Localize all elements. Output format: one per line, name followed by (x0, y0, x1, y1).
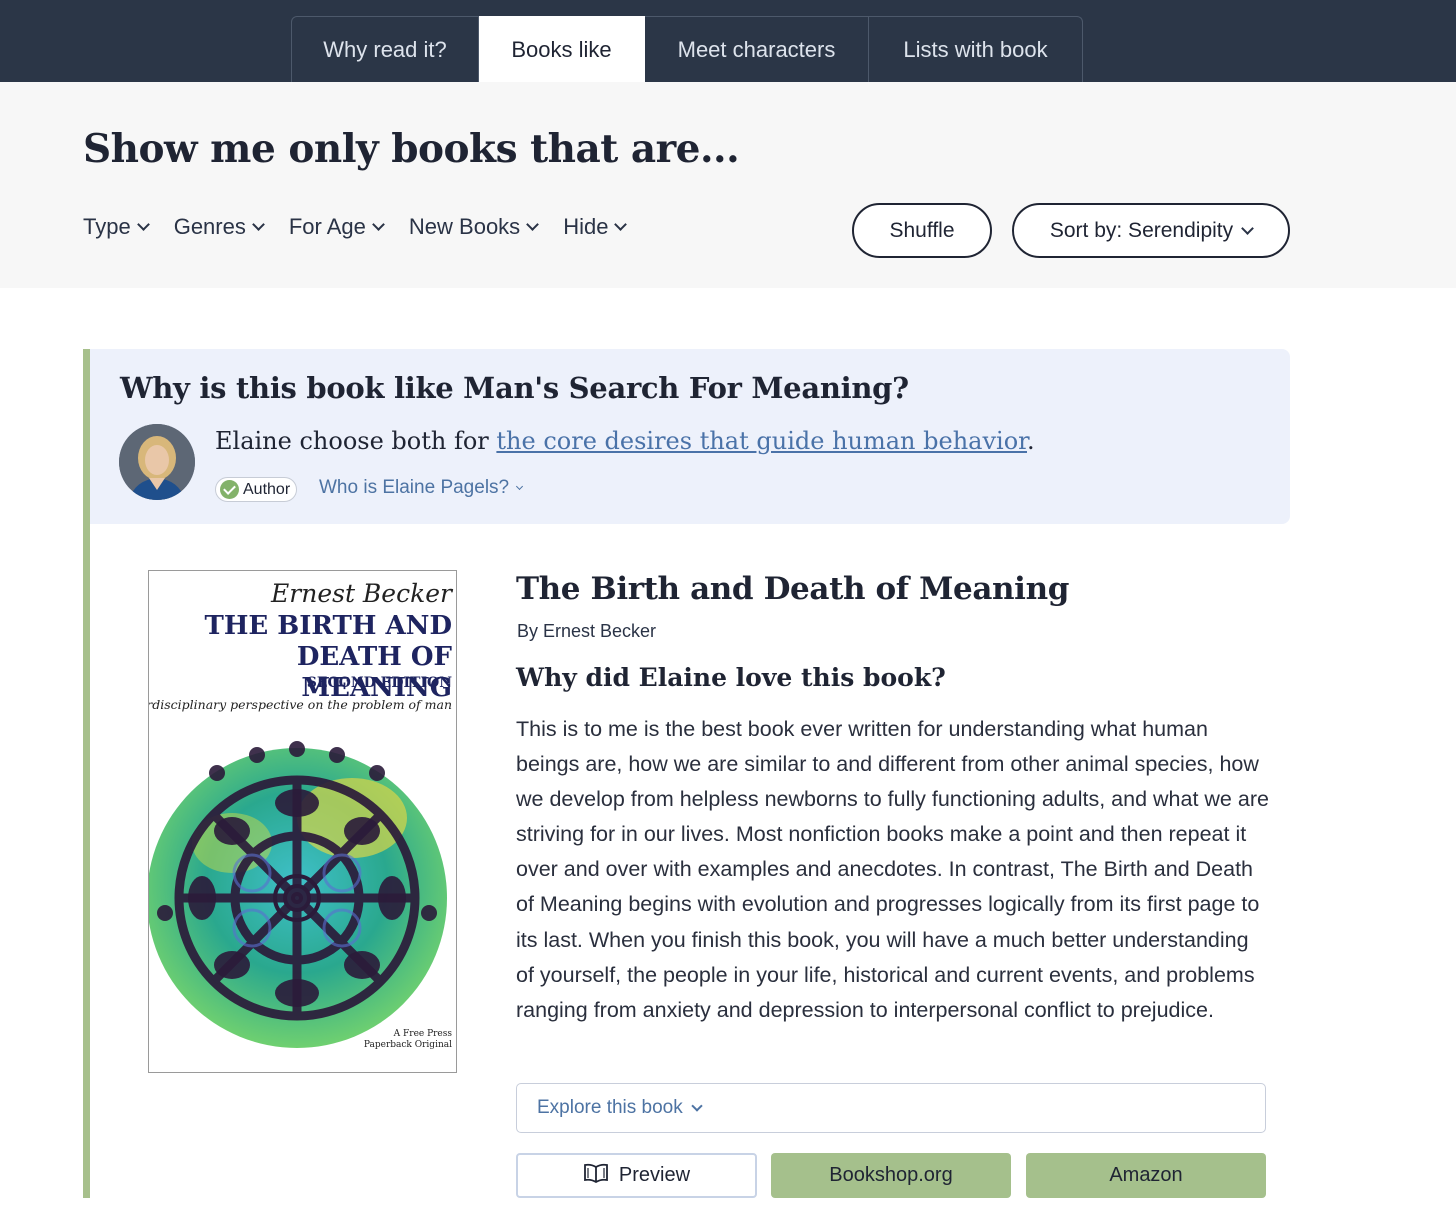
chevron-down-icon (372, 218, 385, 231)
filter-new-books[interactable]: New Books (408, 214, 540, 240)
filter-dropdowns: Type Genres For Age New Books Hide (83, 214, 628, 240)
chevron-down-icon (1241, 221, 1254, 235)
cover-subtitle: An interdisciplinary perspective on the … (148, 697, 452, 712)
author-badge: Author (215, 477, 298, 502)
filter-for-age[interactable]: For Age (288, 214, 385, 240)
tab-lists-with-book[interactable]: Lists with book (869, 16, 1083, 82)
why-reason-text: Elaine choose both for the core desires … (215, 427, 1035, 455)
why-similar-box: Why is this book like Man's Search For M… (90, 349, 1290, 524)
amazon-button[interactable]: Amazon (1026, 1153, 1266, 1198)
book-tabs: Why read it? Books like Meet characters … (291, 16, 1083, 82)
who-is-label: Who is Elaine Pagels? (319, 477, 510, 498)
who-is-elaine-toggle[interactable]: Who is Elaine Pagels? (319, 477, 524, 499)
tab-meet-characters[interactable]: Meet characters (645, 16, 869, 82)
book-cover[interactable]: Ernest Becker THE BIRTH AND DEATH OF MEA… (148, 570, 457, 1073)
top-nav-bar: Why read it? Books like Meet characters … (0, 0, 1456, 82)
filter-title: Show me only books that are... (83, 126, 740, 172)
chevron-down-icon (136, 218, 150, 231)
filter-label: New Books (408, 214, 521, 239)
explore-label: Explore this book (537, 1097, 683, 1118)
cover-publisher: A Free Press Paperback Original (363, 1029, 452, 1050)
chevron-down-icon (526, 218, 540, 231)
preview-label: Preview (618, 1164, 691, 1186)
why-reason-prefix: Elaine choose both for (215, 427, 497, 455)
book-title[interactable]: The Birth and Death of Meaning (516, 571, 1069, 607)
why-love-title: Why did Elaine love this book? (516, 663, 946, 692)
sort-label: Sort by: Serendipity (1049, 218, 1234, 242)
bookshop-button[interactable]: Bookshop.org (771, 1153, 1011, 1198)
preview-button[interactable]: Preview (516, 1153, 757, 1198)
filter-label: Hide (563, 214, 609, 239)
tab-books-like[interactable]: Books like (479, 16, 645, 82)
explore-book-toggle[interactable]: Explore this book (516, 1083, 1266, 1133)
why-reason-suffix: . (1027, 427, 1035, 455)
sort-dropdown[interactable]: Sort by: Serendipity (1012, 203, 1290, 258)
review-text: This is to me is the best book ever writ… (516, 717, 1269, 1022)
book-author: By Ernest Becker (517, 621, 657, 641)
chevron-down-icon (251, 218, 265, 231)
tab-why-read-it[interactable]: Why read it? (291, 16, 479, 82)
filter-genres[interactable]: Genres (173, 214, 265, 240)
filter-panel: Show me only books that are... Type Genr… (0, 82, 1456, 288)
filter-type[interactable]: Type (83, 214, 150, 240)
filter-hide[interactable]: Hide (563, 214, 628, 240)
chevron-down-icon (691, 1099, 703, 1112)
chevron-down-icon (614, 218, 628, 231)
cover-mandala-art (149, 741, 447, 1048)
card-accent-bar (83, 349, 90, 1198)
filter-label: Genres (173, 214, 246, 239)
avatar[interactable] (119, 424, 195, 500)
core-desires-link[interactable]: the core desires that guide human behavi… (496, 427, 1027, 455)
cover-edition: SECOND EDITION (306, 675, 452, 691)
check-circle-icon (220, 480, 239, 499)
filter-label: For Age (288, 214, 366, 239)
shuffle-button[interactable]: Shuffle (852, 203, 992, 258)
cover-author: Ernest Becker (271, 579, 452, 608)
author-badge-label: Author (243, 480, 291, 498)
filter-label: Type (83, 214, 131, 239)
chevron-down-icon (516, 482, 524, 491)
why-similar-title: Why is this book like Man's Search For M… (120, 371, 909, 405)
open-book-icon (583, 1163, 609, 1189)
